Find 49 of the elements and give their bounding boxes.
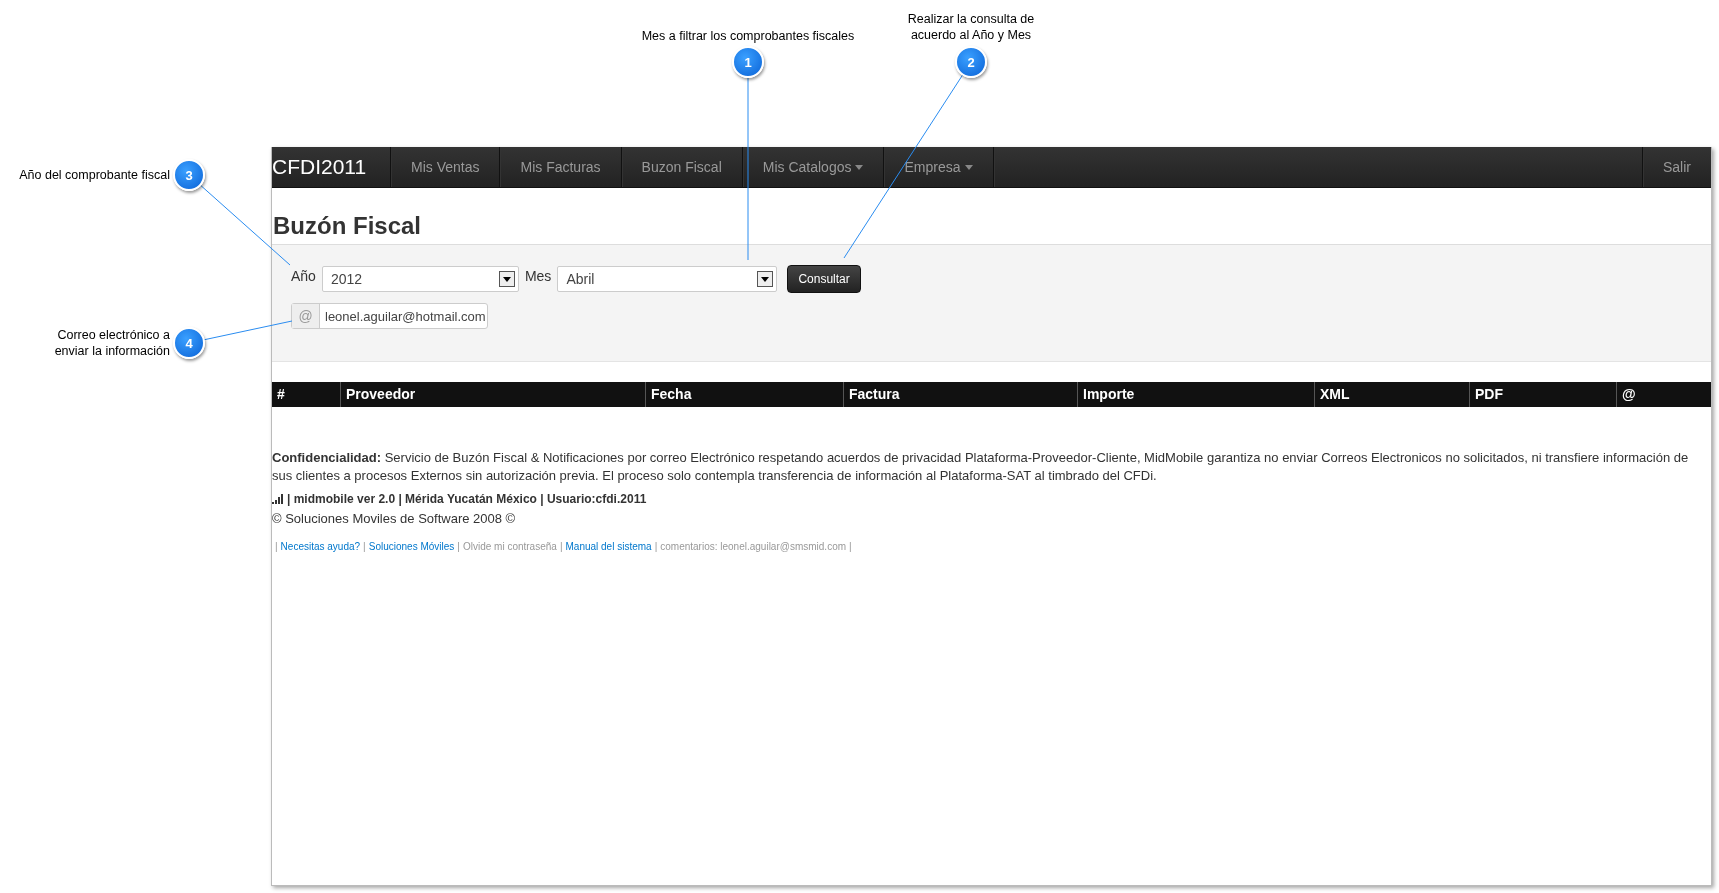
callout-label: Realizar la consulta de acuerdo al Año y Mes [907, 11, 1035, 43]
callout-marker: 3 [173, 159, 205, 191]
callout-marker: 4 [173, 327, 205, 359]
page-title: Buzón Fiscal [272, 211, 423, 241]
footer-link[interactable]: Manual del sistema [565, 541, 652, 552]
callout-label: Año del comprobante fiscal [19, 167, 170, 183]
separator: | [559, 541, 563, 552]
nav-item[interactable]: Empresa [883, 147, 993, 187]
year-label: Año [291, 268, 316, 284]
column-header: # [276, 385, 286, 404]
column-header: Proveedor [340, 382, 645, 407]
version-text: | midmobile ver 2.0 | Mérida Yucatán México | Usuario:cfdi.2011 [287, 492, 647, 506]
consultar-button[interactable]: Consultar [787, 265, 861, 293]
month-label: Mes [524, 268, 552, 284]
callout-marker: 1 [732, 46, 764, 78]
footer-link[interactable]: Soluciones Móviles [368, 541, 455, 552]
copyright-text: © Soluciones Moviles de Software 2008 © [272, 511, 517, 526]
column-header: Fecha [645, 382, 843, 407]
callout-marker: 2 [955, 46, 987, 78]
column-header: @ [1616, 382, 1711, 407]
column-header: PDF [1469, 382, 1616, 407]
nav-item[interactable]: Buzon Fiscal [620, 147, 742, 187]
footer-text: comentarios: leonel.aguilar@smsmid.com [660, 541, 847, 552]
logout-link[interactable]: Salir [1642, 147, 1711, 187]
column-header: XML [1314, 382, 1469, 407]
month-select[interactable]: Abril [557, 266, 778, 292]
brand-logo[interactable]: CFDI2011 [272, 147, 390, 187]
nav-item[interactable]: Mis Facturas [499, 147, 621, 187]
dropdown-icon [498, 271, 515, 287]
nav-item[interactable]: Mis Ventas [390, 147, 500, 187]
separator: | [457, 541, 460, 552]
callout-label: Correo electrónico a enviar la información [54, 327, 170, 359]
email-value: leonel.aguilar@hotmail.com [324, 307, 486, 326]
year-select[interactable]: 2012 [321, 266, 519, 292]
email-field[interactable]: @ leonel.aguilar@hotmail.com [291, 303, 488, 329]
signal-icon [272, 494, 283, 504]
confidentiality-notice: Confidencialidad: Servicio de Buzón Fiscal & Notificaciones por correo Electrónico respetando acuerdos de privacidad Plataforma-Proveedor-Cliente, MidMobile garantiza no enviar Correos Electronicos no solicitados, ni transfiere información de sus clientes a procesos Externos sin autorización previa. El proceso solo contempla transferencia de información al Plataforma-SAT al timbrado del CFDi. [272, 449, 1690, 485]
footer-link[interactable]: Necesitas ayuda? [280, 541, 361, 552]
column-header: Factura [843, 382, 1077, 407]
separator: | [849, 541, 852, 552]
separator: | [363, 541, 366, 552]
email-prefix: @ [292, 304, 320, 328]
column-header: Importe [1077, 382, 1314, 407]
footer-text: Olvide mi contraseña [462, 541, 557, 552]
dropdown-icon [757, 271, 774, 287]
separator: | [654, 541, 658, 552]
nav-item[interactable]: Mis Catalogos [741, 147, 884, 187]
callout-label: Mes a filtrar los comprobantes fiscales [641, 28, 855, 44]
separator: | [275, 541, 278, 552]
